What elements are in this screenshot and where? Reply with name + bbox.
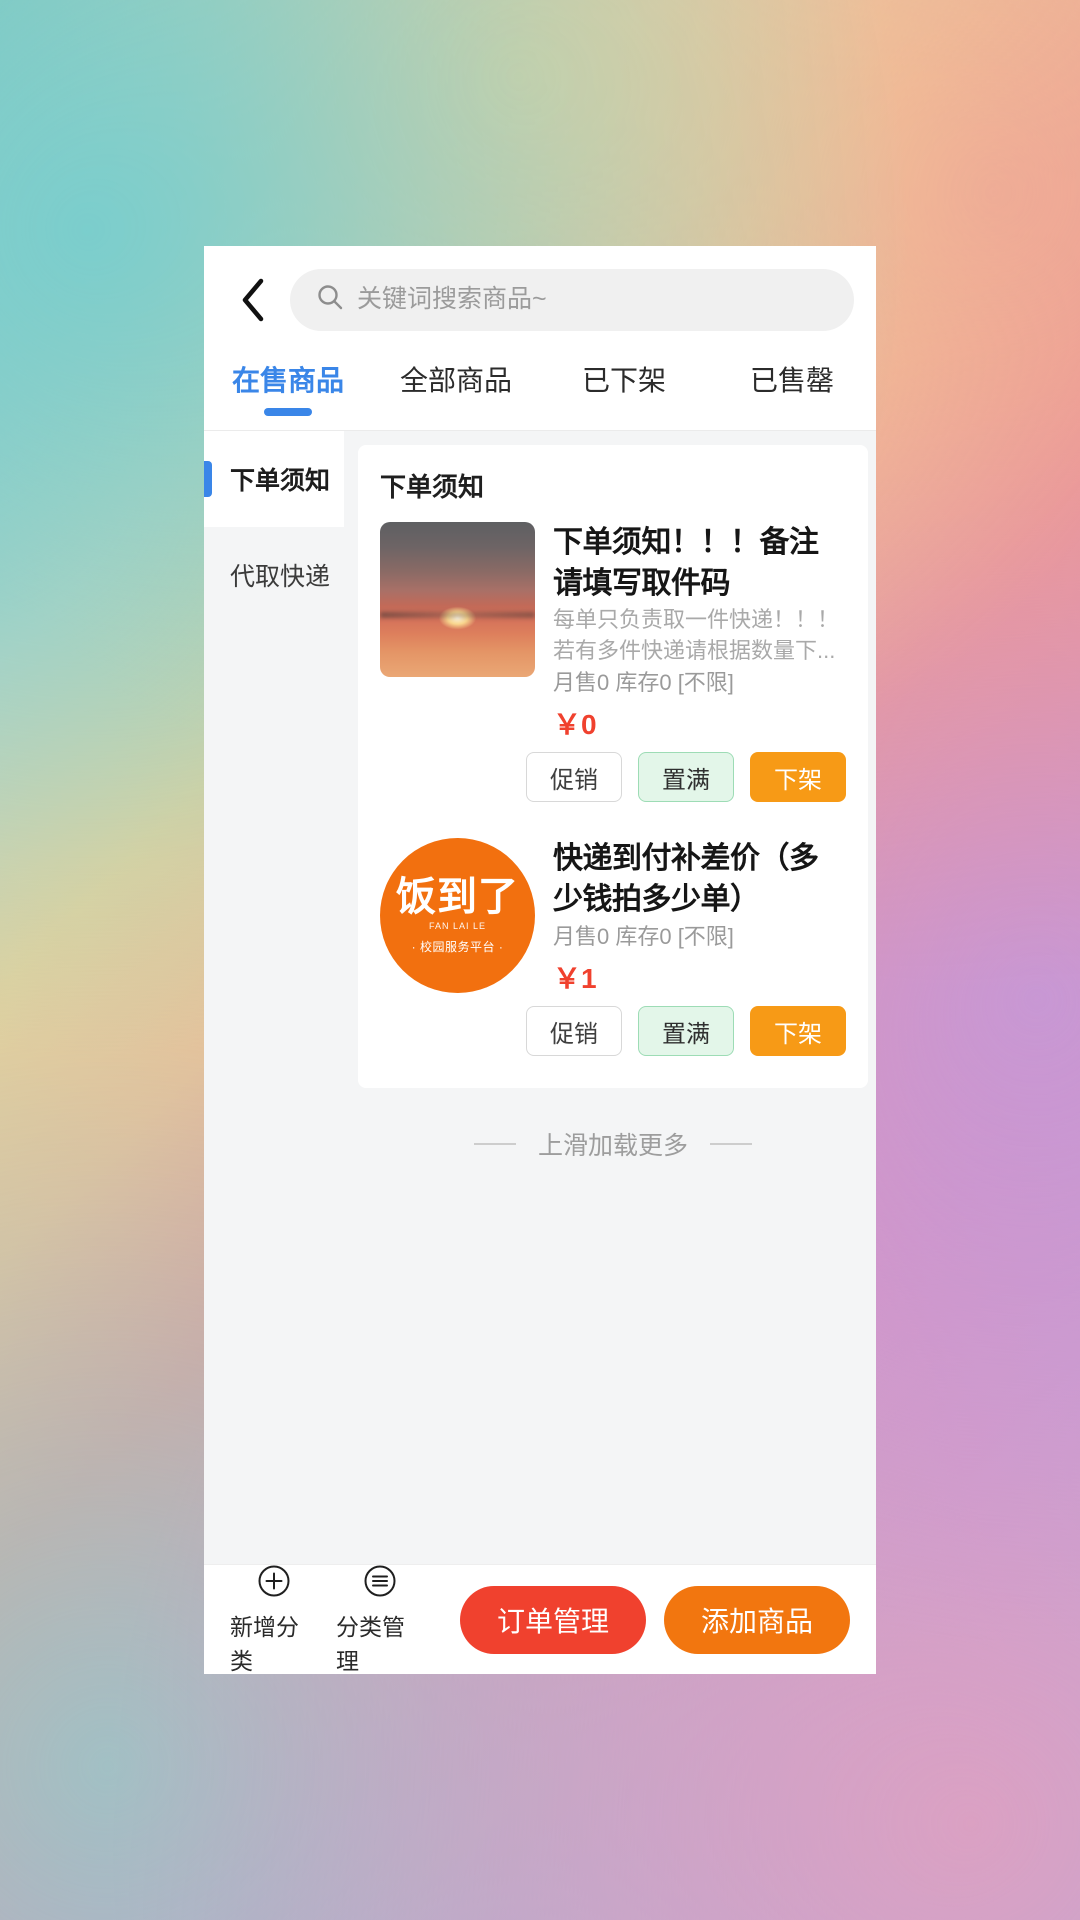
promotion-button[interactable]: 促销 [526,752,622,802]
set-full-button[interactable]: 置满 [638,1006,734,1056]
product-stats: 月售0 库存0 [不限] [553,670,734,695]
plus-circle-icon [257,1564,291,1603]
tab-off-shelf[interactable]: 已下架 [540,353,708,430]
add-product-button[interactable]: 添加商品 [664,1585,850,1654]
promotion-button[interactable]: 促销 [526,1006,622,1056]
category-sidebar[interactable]: 下单须知 代取快递 [204,431,344,1564]
manage-category-label: 分类管理 [336,1613,405,1674]
tab-label: 已售罄 [749,365,834,396]
product-group-card: 下单须知 下单须知！！！备注请填写取件码 每单只负责取一件快递！！！ 若有多件快… [358,445,868,1088]
product-info: 快递到付补差价（多少钱拍多少单） 月售0 库存0 [不限] ￥1 促销 置满 下… [526,838,846,1056]
add-category-label: 新增分类 [230,1613,299,1674]
search-input[interactable] [357,285,828,314]
tab-all-products[interactable]: 全部商品 [372,353,540,430]
tab-label: 全部商品 [399,365,512,396]
add-category-button[interactable]: 新增分类 [230,1564,318,1675]
sidebar-item-label: 代取快递 [230,563,331,591]
order-management-button[interactable]: 订单管理 [460,1585,646,1654]
off-shelf-button[interactable]: 下架 [750,752,846,802]
product-info: 下单须知！！！备注请填写取件码 每单只负责取一件快递！！！ 若有多件快递请根据数… [526,522,846,802]
set-full-button[interactable]: 置满 [638,752,734,802]
product-thumbnail[interactable]: 饭到了 FAN LAI LE · 校园服务平台 · [380,838,535,993]
product-title: 快递到付补差价（多少钱拍多少单） [553,842,819,916]
divider-line [473,1143,516,1145]
load-more-indicator: 上滑加载更多 [358,1088,868,1162]
tab-sold-out[interactable]: 已售罄 [708,353,876,430]
tab-bar: 在售商品 全部商品 已下架 已售罄 [204,353,876,431]
product-actions: 促销 置满 下架 [526,752,846,802]
search-icon [316,283,344,316]
product-actions: 促销 置满 下架 [526,1006,846,1056]
load-more-label: 上滑加载更多 [537,1132,688,1160]
off-shelf-button[interactable]: 下架 [750,1006,846,1056]
product-description-line: 每单只负责取一件快递！！！ [553,607,840,632]
manage-category-button[interactable]: 分类管理 [336,1564,424,1675]
chevron-left-icon [240,278,266,322]
phone-screen: 在售商品 全部商品 已下架 已售罄 下单须知 代取快递 [204,246,876,1674]
tab-label: 在售商品 [231,365,344,396]
product-price: ￥1 [553,963,597,994]
sidebar-item-order-notice[interactable]: 下单须知 [204,431,344,527]
product-thumbnail[interactable] [380,522,535,677]
logo-pinyin-text: FAN LAI LE [428,921,487,931]
product-item[interactable]: 下单须知！！！备注请填写取件码 每单只负责取一件快递！！！ 若有多件快递请根据数… [380,522,846,812]
divider-line [710,1143,752,1145]
app-header [204,246,876,353]
product-item[interactable]: 饭到了 FAN LAI LE · 校园服务平台 · 快递到付补差价（多少钱拍多少… [380,838,846,1066]
group-title: 下单须知 [380,472,485,502]
product-list-column[interactable]: 下单须知 下单须知！！！备注请填写取件码 每单只负责取一件快递！！！ 若有多件快… [344,431,876,1564]
sidebar-item-label: 下单须知 [230,467,331,495]
content-area: 下单须知 代取快递 下单须知 下单须知！！！备注请填写取件码 每单只负责取一件快… [204,431,876,1564]
product-title: 下单须知！！！备注请填写取件码 [553,526,819,600]
product-price: ￥0 [553,709,597,740]
bottom-toolbar: 新增分类 分类管理 订单管理 添加商品 [204,1564,876,1674]
tab-label: 已下架 [581,365,666,396]
fandaole-logo-image: 饭到了 FAN LAI LE · 校园服务平台 · [380,838,535,993]
logo-main-text: 饭到了 [396,874,519,920]
tab-active-indicator [264,408,312,416]
product-stats: 月售0 库存0 [不限] [553,924,734,949]
product-description-line: 若有多件快递请根据数量下... [553,638,836,663]
search-bar[interactable] [290,268,854,331]
list-circle-icon [363,1564,397,1603]
tab-on-sale[interactable]: 在售商品 [204,353,372,430]
sidebar-item-pickup-delivery[interactable]: 代取快递 [204,527,344,623]
logo-subtitle-text: · 校园服务平台 · [411,940,504,954]
sunset-photo-image [380,522,535,677]
back-button[interactable] [230,270,276,330]
